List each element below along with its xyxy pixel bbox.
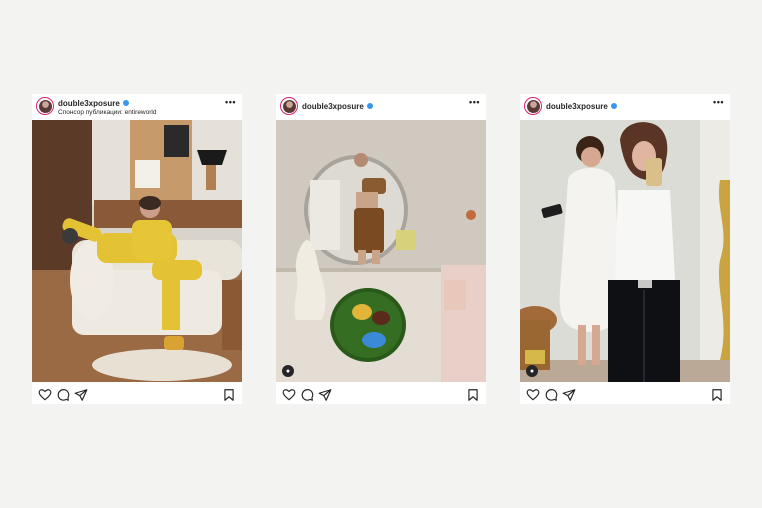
post-photo[interactable]: ● xyxy=(276,120,486,382)
comment-icon[interactable] xyxy=(56,388,70,402)
share-icon[interactable] xyxy=(318,388,332,402)
instagram-post-3: double3xposure ••• ● xyxy=(520,94,730,404)
comment-icon[interactable] xyxy=(544,388,558,402)
verified-badge-icon xyxy=(610,103,617,109)
heart-icon[interactable] xyxy=(38,388,52,402)
post-actions xyxy=(276,386,486,404)
comment-icon[interactable] xyxy=(300,388,314,402)
username-link[interactable]: double3xposure xyxy=(546,102,617,111)
post-actions xyxy=(32,386,242,404)
username-link[interactable]: double3xposure xyxy=(58,99,129,108)
avatar[interactable] xyxy=(280,97,298,115)
bookmark-icon[interactable] xyxy=(222,388,236,402)
heart-icon[interactable] xyxy=(282,388,296,402)
bookmark-icon[interactable] xyxy=(710,388,724,402)
bookmark-icon[interactable] xyxy=(466,388,480,402)
post-header: double3xposure Спонсор публикации: entir… xyxy=(32,94,242,120)
post-photo[interactable]: ● xyxy=(520,120,730,382)
sponsor-line[interactable]: Спонсор публикации: entireworld xyxy=(58,109,156,116)
more-options-button[interactable]: ••• xyxy=(225,97,236,107)
verified-badge-icon xyxy=(366,103,373,109)
user-tag-icon[interactable]: ● xyxy=(526,365,538,377)
share-icon[interactable] xyxy=(74,388,88,402)
avatar[interactable] xyxy=(36,97,54,115)
post-header: double3xposure ••• xyxy=(520,94,730,120)
more-options-button[interactable]: ••• xyxy=(469,97,480,107)
verified-badge-icon xyxy=(122,100,129,106)
post-photo[interactable] xyxy=(32,120,242,382)
username-link[interactable]: double3xposure xyxy=(302,102,373,111)
instagram-post-1: double3xposure Спонсор публикации: entir… xyxy=(32,94,242,404)
avatar[interactable] xyxy=(524,97,542,115)
post-actions xyxy=(520,386,730,404)
post-header: double3xposure ••• xyxy=(276,94,486,120)
instagram-post-2: double3xposure ••• ● xyxy=(276,94,486,404)
share-icon[interactable] xyxy=(562,388,576,402)
user-tag-icon[interactable]: ● xyxy=(282,365,294,377)
heart-icon[interactable] xyxy=(526,388,540,402)
more-options-button[interactable]: ••• xyxy=(713,97,724,107)
